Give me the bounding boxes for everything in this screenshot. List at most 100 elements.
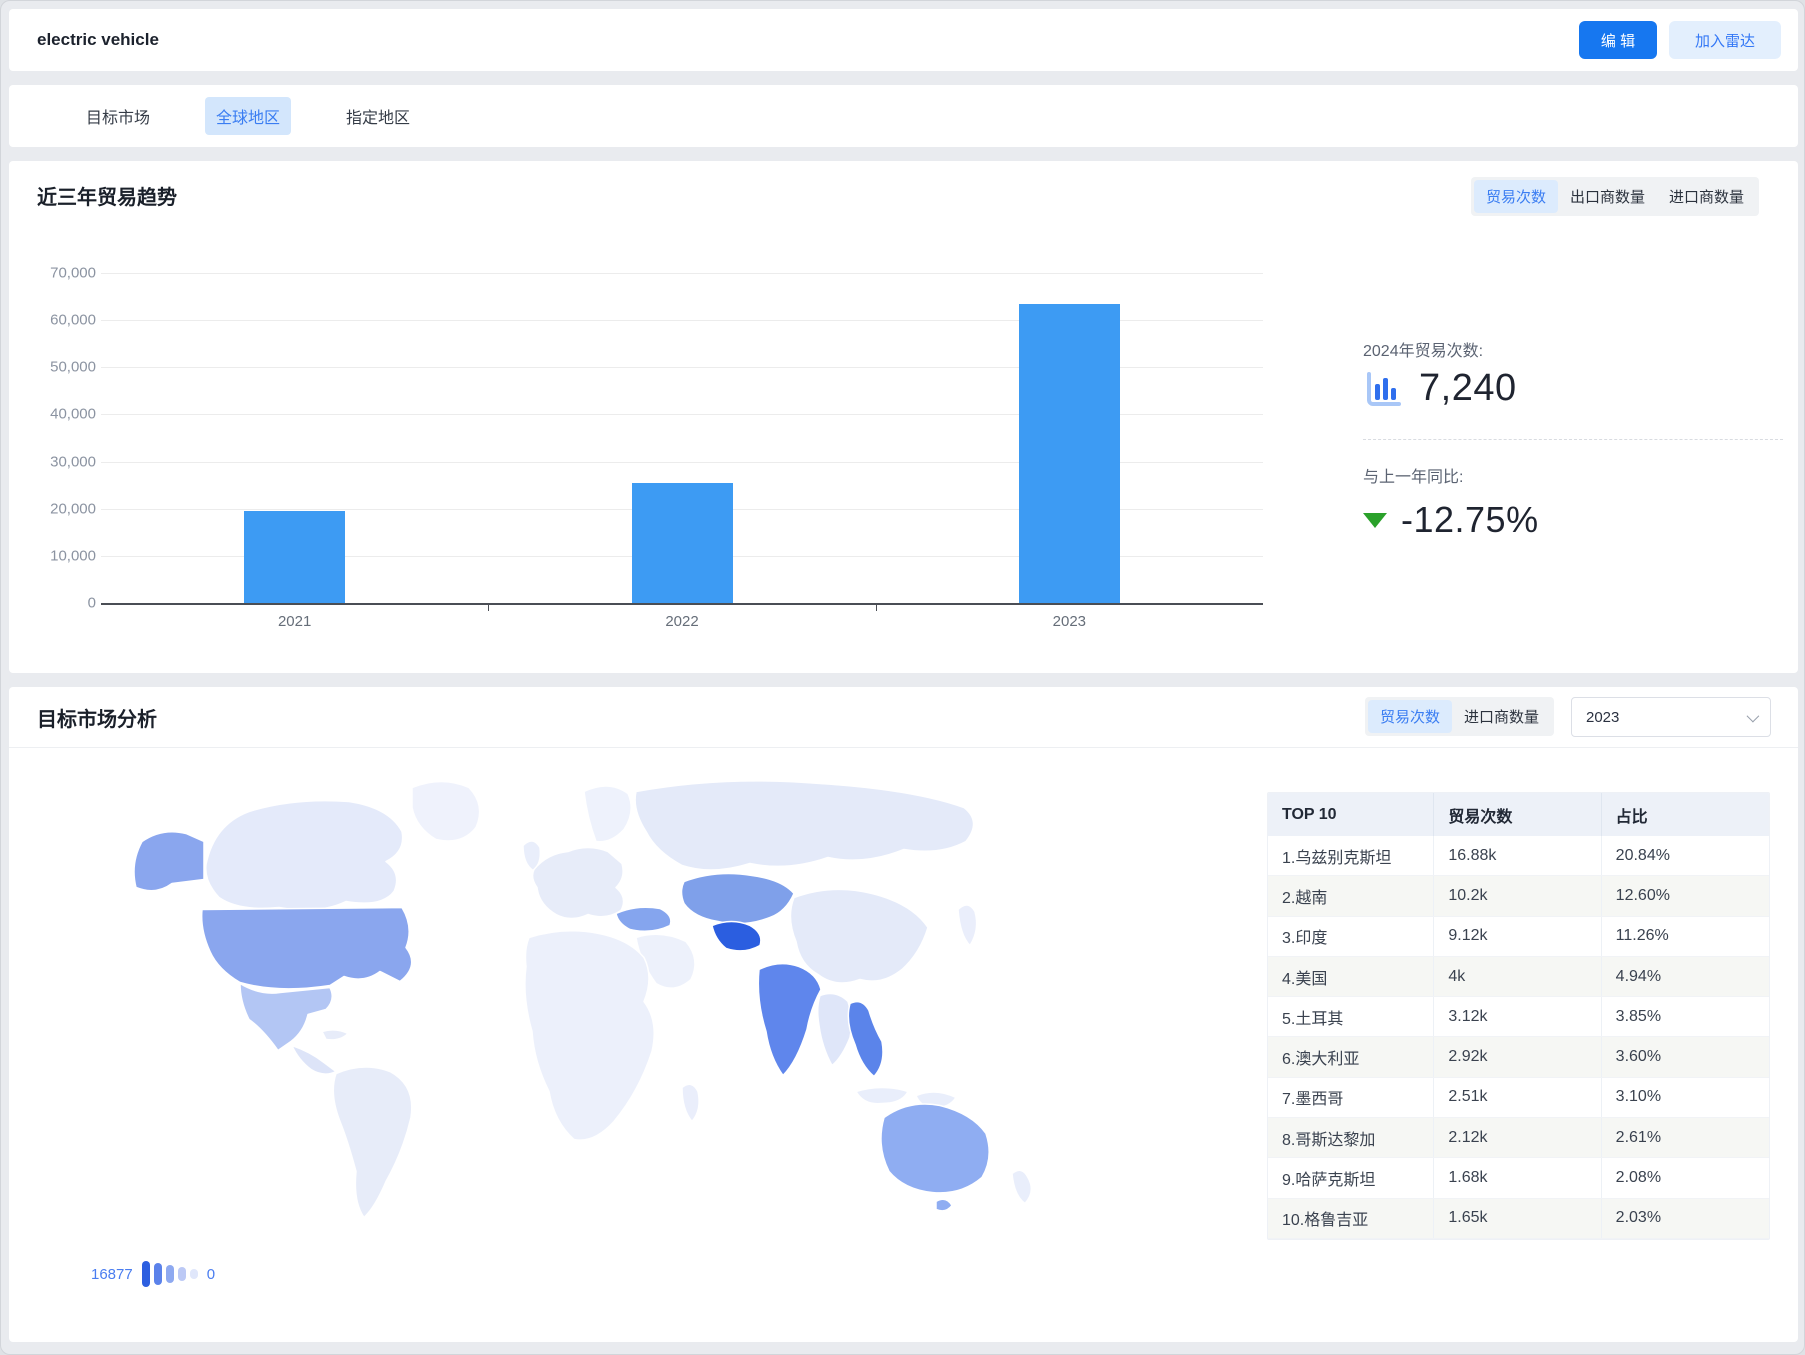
tab-global-region[interactable]: 全球地区 [205, 97, 291, 135]
country-central-america[interactable] [292, 1046, 336, 1075]
year-dropdown-value: 2023 [1586, 709, 1619, 726]
table-cell-market: 3.印度 [1268, 917, 1433, 956]
trend-bar-2022[interactable] [632, 483, 733, 603]
world-map [64, 767, 1064, 1227]
chevron-down-icon [1747, 709, 1760, 722]
table-cell-share: 2.08% [1601, 1158, 1769, 1197]
table-cell-market: 9.哈萨克斯坦 [1268, 1158, 1433, 1197]
table-cell-market: 5.土耳其 [1268, 997, 1433, 1036]
market-metric-toggle-group: 贸易次数 进口商数量 [1365, 697, 1554, 736]
market-section-title: 目标市场分析 [37, 703, 157, 732]
count-2024-label: 2024年贸易次数: [1363, 337, 1483, 361]
y-axis-tick-label: 0 [22, 595, 96, 612]
top10-table: TOP 10 贸易次数 占比 1.乌兹别克斯坦 16.88k 20.84% 2.… [1267, 792, 1770, 1240]
country-indonesia[interactable] [856, 1088, 956, 1108]
country-mexico[interactable] [240, 984, 332, 1051]
trend-bar-2023[interactable] [1019, 304, 1120, 603]
market-section: 目标市场分析 贸易次数 进口商数量 2023 [9, 687, 1798, 1342]
legend-swatch [190, 1269, 198, 1279]
dashboard-page: electric vehicle 编 辑 加入雷达 目标市场 全球地区 指定地区… [0, 0, 1805, 1355]
country-vietnam[interactable] [848, 1002, 883, 1077]
bar-chart-icon [1363, 368, 1405, 410]
table-cell-share: 11.26% [1601, 917, 1769, 956]
country-europe[interactable] [533, 848, 624, 919]
toggle-exporter-count[interactable]: 出口商数量 [1558, 180, 1657, 213]
tab-specified-region[interactable]: 指定地区 [335, 97, 421, 135]
country-greenland[interactable] [412, 782, 480, 842]
country-china[interactable] [790, 889, 928, 983]
country-australia[interactable] [881, 1104, 989, 1211]
legend-swatch [142, 1261, 150, 1287]
count-2024-value: 7,240 [1419, 367, 1517, 410]
tab-target-market[interactable]: 目标市场 [75, 97, 161, 135]
table-cell-share: 2.03% [1601, 1199, 1769, 1238]
table-header-trades: 贸易次数 [1433, 793, 1600, 836]
country-madagascar[interactable] [682, 1084, 699, 1121]
table-row: 2.越南 10.2k 12.60% [1268, 876, 1769, 916]
table-cell-trades: 16.88k [1433, 836, 1600, 875]
country-se-asia[interactable] [818, 994, 852, 1066]
table-row: 5.土耳其 3.12k 3.85% [1268, 997, 1769, 1037]
table-cell-market: 10.格鲁吉亚 [1268, 1199, 1433, 1238]
legend-max-value: 16877 [91, 1266, 133, 1283]
toggle-importer-count[interactable]: 进口商数量 [1657, 180, 1756, 213]
country-alaska[interactable] [134, 832, 204, 891]
yoy-value: -12.75% [1401, 499, 1539, 541]
tabs: 目标市场 全球地区 指定地区 [75, 85, 421, 147]
tab-bar: 目标市场 全球地区 指定地区 [9, 85, 1798, 147]
section-divider [9, 747, 1798, 748]
yoy-label: 与上一年同比: [1363, 463, 1463, 487]
table-cell-share: 20.84% [1601, 836, 1769, 875]
table-cell-share: 3.85% [1601, 997, 1769, 1036]
table-cell-share: 2.61% [1601, 1118, 1769, 1157]
country-scandinavia[interactable] [584, 786, 631, 842]
toggle-market-trade-count[interactable]: 贸易次数 [1368, 700, 1452, 733]
count-2024-row: 7,240 [1363, 367, 1517, 410]
legend-gradient-bars [142, 1261, 198, 1287]
country-new-zealand[interactable] [1012, 1170, 1031, 1203]
trend-bar-2021[interactable] [244, 511, 345, 603]
table-row: 8.哥斯达黎加 2.12k 2.61% [1268, 1118, 1769, 1158]
toggle-market-importer-count[interactable]: 进口商数量 [1452, 700, 1551, 733]
x-axis-tick [876, 605, 877, 611]
y-axis-tick-label: 70,000 [22, 265, 96, 282]
table-cell-market: 2.越南 [1268, 876, 1433, 915]
header-bar: electric vehicle 编 辑 加入雷达 [9, 9, 1798, 71]
country-south-america[interactable] [333, 1067, 412, 1218]
table-row: 6.澳大利亚 2.92k 3.60% [1268, 1037, 1769, 1077]
country-africa[interactable] [525, 931, 654, 1140]
country-turkey[interactable] [616, 907, 671, 931]
y-axis-tick-label: 60,000 [22, 312, 96, 329]
toggle-trade-count[interactable]: 贸易次数 [1474, 180, 1558, 213]
table-cell-market: 1.乌兹别克斯坦 [1268, 836, 1433, 875]
y-axis-tick-label: 40,000 [22, 406, 96, 423]
x-axis-line [101, 603, 1263, 605]
trend-bar-chart: 010,00020,00030,00040,00050,00060,00070,… [9, 161, 1309, 673]
stats-divider [1363, 439, 1783, 440]
country-cuba[interactable] [322, 1030, 348, 1040]
country-japan[interactable] [958, 905, 977, 946]
country-kazakhstan[interactable] [682, 874, 795, 924]
table-header-row: TOP 10 贸易次数 占比 [1268, 793, 1769, 836]
arrow-down-icon [1363, 513, 1387, 528]
country-russia[interactable] [635, 781, 973, 870]
table-row: 1.乌兹别克斯坦 16.88k 20.84% [1268, 836, 1769, 876]
country-uzbekistan[interactable] [712, 922, 761, 951]
country-india[interactable] [758, 964, 821, 1076]
country-canada[interactable] [206, 801, 403, 910]
year-dropdown[interactable]: 2023 [1571, 697, 1771, 737]
edit-button[interactable]: 编 辑 [1579, 21, 1657, 59]
y-axis-tick-label: 30,000 [22, 453, 96, 470]
legend-swatch [178, 1267, 186, 1281]
table-cell-share: 3.60% [1601, 1037, 1769, 1076]
table-header-share: 占比 [1601, 793, 1769, 836]
y-axis-tick-label: 20,000 [22, 500, 96, 517]
x-axis-label: 2022 [612, 613, 752, 630]
table-cell-market: 8.哥斯达黎加 [1268, 1118, 1433, 1157]
x-axis-label: 2023 [999, 613, 1139, 630]
table-row: 3.印度 9.12k 11.26% [1268, 917, 1769, 957]
table-cell-market: 6.澳大利亚 [1268, 1037, 1433, 1076]
country-usa[interactable] [202, 908, 412, 989]
trend-section: 近三年贸易趋势 贸易次数 出口商数量 进口商数量 010,00020,00030… [9, 161, 1798, 673]
add-to-radar-button[interactable]: 加入雷达 [1669, 21, 1781, 59]
